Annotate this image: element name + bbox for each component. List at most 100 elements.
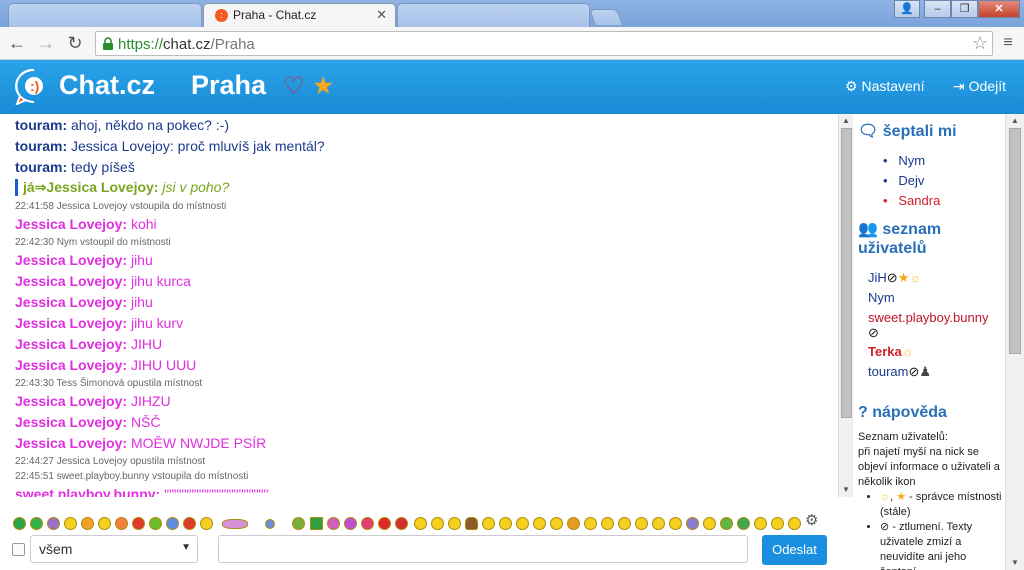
brand-name[interactable]: Chat.cz bbox=[59, 70, 155, 101]
chat-scrollbar[interactable]: ▲ ▼ bbox=[838, 114, 853, 497]
smiley-icon[interactable] bbox=[771, 517, 784, 530]
heart-icon[interactable]: ♡ bbox=[283, 75, 305, 99]
profile-icon[interactable]: 👤 bbox=[894, 0, 920, 18]
smiley-icon[interactable] bbox=[378, 517, 391, 530]
smiley-icon[interactable] bbox=[482, 517, 495, 530]
user-item[interactable]: sweet.playboy.bunny ⊘ bbox=[868, 310, 988, 341]
smiley-icon[interactable] bbox=[720, 517, 733, 530]
poo-icon[interactable] bbox=[465, 517, 478, 530]
send-button[interactable]: Odeslat bbox=[762, 535, 827, 565]
browser-menu-icon[interactable]: ≡ bbox=[1000, 33, 1016, 53]
chatcz-logo-icon[interactable]: :) bbox=[14, 68, 54, 105]
user-item[interactable]: touram⊘♟ bbox=[868, 364, 931, 380]
message-nick[interactable]: touram: bbox=[15, 138, 67, 154]
smiley-icon[interactable] bbox=[686, 517, 699, 530]
message-nick[interactable]: Jessica Lovejoy: bbox=[15, 294, 127, 310]
scroll-down-icon[interactable]: ▼ bbox=[842, 485, 850, 494]
smiley-icon[interactable] bbox=[669, 517, 682, 530]
logout-link[interactable]: ⇥ Odejít bbox=[953, 78, 1006, 95]
smiley-icon[interactable] bbox=[149, 517, 162, 530]
smiley-icon[interactable] bbox=[98, 517, 111, 530]
settings-link[interactable]: ⚙ Nastavení bbox=[845, 78, 925, 95]
smiley-icon[interactable] bbox=[601, 517, 614, 530]
smiley-icon[interactable] bbox=[47, 517, 60, 530]
panel-scrollbar[interactable]: ▲ ▼ bbox=[1005, 114, 1024, 570]
close-window-button[interactable]: ✕ bbox=[978, 0, 1020, 18]
smiley-icon[interactable] bbox=[30, 517, 43, 530]
private-checkbox[interactable] bbox=[12, 543, 25, 556]
smiley-icon[interactable] bbox=[200, 517, 213, 530]
smiley-icon[interactable] bbox=[431, 517, 444, 530]
browser-tab-inactive[interactable] bbox=[8, 3, 202, 27]
message-nick[interactable]: touram: bbox=[15, 159, 67, 175]
smiley-icon[interactable] bbox=[584, 517, 597, 530]
whisper-nick[interactable]: já⇒Jessica Lovejoy: bbox=[23, 179, 158, 195]
smiley-icon[interactable] bbox=[13, 517, 26, 530]
smiley-icon[interactable] bbox=[344, 517, 357, 530]
message-nick[interactable]: Jessica Lovejoy: bbox=[15, 315, 127, 331]
smiley-icon[interactable] bbox=[414, 517, 427, 530]
creeper-icon[interactable] bbox=[310, 517, 323, 530]
panel-scroll-thumb[interactable] bbox=[1009, 128, 1021, 354]
smiley-icon[interactable] bbox=[265, 519, 275, 529]
smiley-icon[interactable] bbox=[115, 517, 128, 530]
user-item[interactable]: Terka☼ bbox=[868, 344, 914, 359]
smiley-icon[interactable] bbox=[635, 517, 648, 530]
smiley-icon[interactable] bbox=[132, 517, 145, 530]
smiley-icon[interactable] bbox=[448, 517, 461, 530]
message-nick[interactable]: Jessica Lovejoy: bbox=[15, 414, 127, 430]
reload-icon[interactable]: ↻ bbox=[65, 33, 85, 53]
restore-button[interactable]: ❐ bbox=[951, 0, 978, 18]
smiley-icon[interactable] bbox=[618, 517, 631, 530]
scroll-down-icon[interactable]: ▼ bbox=[1011, 558, 1019, 567]
message-nick[interactable]: Jessica Lovejoy: bbox=[15, 435, 127, 451]
message-nick[interactable]: touram: bbox=[15, 117, 67, 133]
message-nick[interactable]: Jessica Lovejoy: bbox=[15, 252, 127, 268]
recipient-select[interactable]: všem ▼ bbox=[30, 535, 198, 563]
smiley-icon[interactable] bbox=[652, 517, 665, 530]
whisper-user[interactable]: • Sandra bbox=[883, 193, 940, 208]
snail-icon[interactable] bbox=[222, 519, 248, 529]
smiley-icon[interactable] bbox=[737, 517, 750, 530]
smiley-icon[interactable] bbox=[499, 517, 512, 530]
smiley-icon[interactable] bbox=[533, 517, 546, 530]
smiley-icon[interactable] bbox=[81, 517, 94, 530]
smiley-icon[interactable] bbox=[703, 517, 716, 530]
smiley-icon[interactable] bbox=[395, 517, 408, 530]
user-item[interactable]: JiH⊘★☼ bbox=[868, 270, 921, 286]
chat-scroll-thumb[interactable] bbox=[841, 128, 852, 418]
emoticon-settings-gear-icon[interactable]: ⚙ bbox=[805, 511, 818, 529]
whisper-user[interactable]: • Nym bbox=[883, 153, 925, 168]
smiley-icon[interactable] bbox=[567, 517, 580, 530]
smiley-icon[interactable] bbox=[292, 517, 305, 530]
message-input[interactable] bbox=[218, 535, 748, 563]
message-nick[interactable]: Jessica Lovejoy: bbox=[15, 336, 127, 352]
scroll-up-icon[interactable]: ▲ bbox=[842, 116, 850, 125]
smiley-icon[interactable] bbox=[788, 517, 801, 530]
smiley-icon[interactable] bbox=[516, 517, 529, 530]
scroll-up-icon[interactable]: ▲ bbox=[1011, 116, 1019, 125]
message-nick[interactable]: Jessica Lovejoy: bbox=[15, 273, 127, 289]
smiley-icon[interactable] bbox=[166, 517, 179, 530]
tab-close-icon[interactable]: ✕ bbox=[376, 7, 387, 23]
bookmark-star-icon[interactable]: ☆ bbox=[972, 33, 988, 54]
smiley-icon[interactable] bbox=[183, 517, 196, 530]
message-nick[interactable]: Jessica Lovejoy: bbox=[15, 393, 127, 409]
minimize-button[interactable]: – bbox=[924, 0, 951, 18]
smiley-icon[interactable] bbox=[327, 517, 340, 530]
whisper-user[interactable]: • Dejv bbox=[883, 173, 924, 188]
smiley-icon[interactable] bbox=[550, 517, 563, 530]
new-tab-button[interactable] bbox=[589, 9, 623, 25]
address-bar[interactable]: https://chat.cz/Praha ☆ bbox=[95, 31, 993, 56]
browser-tab-inactive-2[interactable] bbox=[397, 3, 590, 27]
smiley-icon[interactable] bbox=[64, 517, 77, 530]
message-nick[interactable]: Jessica Lovejoy: bbox=[15, 216, 127, 232]
message-nick[interactable]: Jessica Lovejoy: bbox=[15, 357, 127, 373]
message-nick[interactable]: sweet.playboy.bunny: bbox=[15, 486, 160, 497]
smiley-icon[interactable] bbox=[361, 517, 374, 530]
back-icon[interactable]: ← bbox=[7, 33, 27, 53]
forward-icon[interactable]: → bbox=[36, 33, 56, 53]
browser-tab-active[interactable]: : Praha - Chat.cz ✕ bbox=[203, 3, 396, 27]
user-item[interactable]: Nym bbox=[868, 290, 895, 305]
smiley-icon[interactable] bbox=[754, 517, 767, 530]
